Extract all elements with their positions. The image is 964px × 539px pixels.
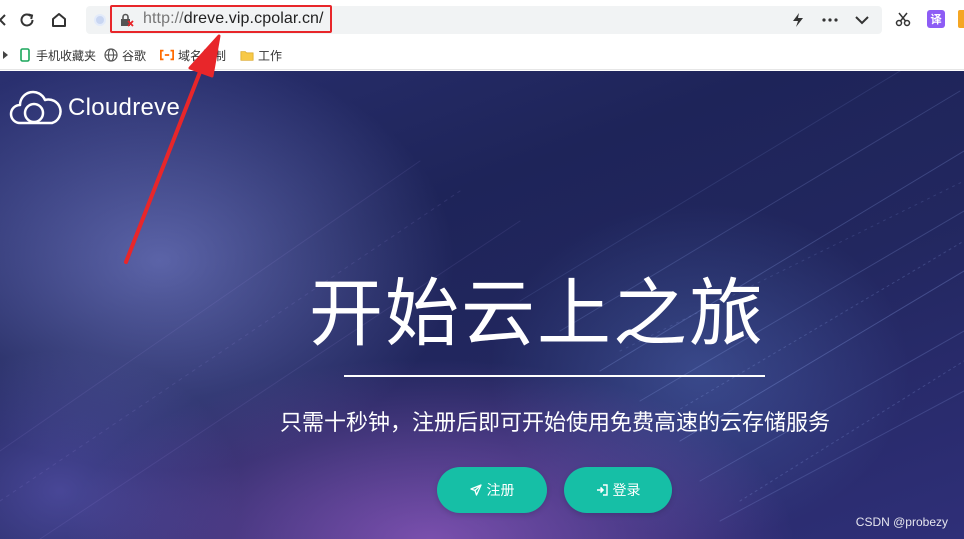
home-icon[interactable] [48, 9, 70, 31]
bookmark-item[interactable]: 域名控制 [160, 46, 226, 64]
hero-title: 开始云上之旅 [309, 271, 765, 357]
bookmark-label: 谷歌 [122, 48, 147, 63]
bookmarks-expand-icon[interactable] [3, 51, 8, 59]
reload-icon[interactable] [16, 9, 38, 31]
scissors-icon[interactable] [894, 10, 912, 28]
globe-icon [104, 48, 118, 62]
bookmark-item[interactable]: 工作 [240, 46, 282, 64]
url-highlight-box [110, 5, 332, 33]
bookmark-label: 手机收藏夹 [36, 48, 97, 63]
csdn-watermark: CSDN @probezy [855, 515, 948, 529]
address-bar[interactable]: http://dreve.vip.cpolar.cn/ [86, 5, 882, 34]
bookmark-label: 域名控制 [178, 48, 227, 63]
lightning-icon[interactable] [788, 10, 808, 30]
hero-divider [344, 375, 765, 377]
hero-subtitle: 只需十秒钟，注册后即可开始使用免费高速的云存储服务 [279, 411, 830, 436]
hero-section: Cloudreve 开始云上之旅 只需十秒钟，注册后即可开始使用免费高速的云存储… [0, 71, 964, 539]
login-button[interactable]: 登录 [564, 467, 672, 513]
register-button[interactable]: 注册 [437, 467, 547, 513]
bookmark-item[interactable]: 手机收藏夹 [18, 46, 96, 64]
register-label: 注册 [486, 483, 515, 499]
paper-plane-icon [469, 484, 482, 496]
folder-icon [240, 48, 254, 62]
logo-text: Cloudreve [68, 94, 181, 121]
browser-toolbar: http://dreve.vip.cpolar.cn/ 译 [0, 0, 964, 40]
bookmark-label: 工作 [258, 48, 283, 63]
extension-icon[interactable] [958, 10, 964, 28]
login-label: 登录 [612, 483, 641, 499]
bookmarks-bar: 手机收藏夹 谷歌 域名控制 工作 [0, 40, 964, 70]
chevron-down-icon[interactable] [852, 10, 872, 30]
phone-icon [18, 48, 32, 62]
translate-extension-icon[interactable]: 译 [927, 10, 945, 28]
more-icon[interactable] [820, 10, 840, 30]
sign-in-icon [596, 484, 608, 496]
bookmark-item[interactable]: 谷歌 [104, 46, 146, 64]
back-icon[interactable] [0, 9, 14, 31]
site-status-icon [94, 14, 106, 26]
cloud-logo-icon [9, 90, 62, 125]
cloudreve-logo[interactable]: Cloudreve [8, 89, 180, 127]
cloud-bracket-icon [160, 48, 174, 62]
